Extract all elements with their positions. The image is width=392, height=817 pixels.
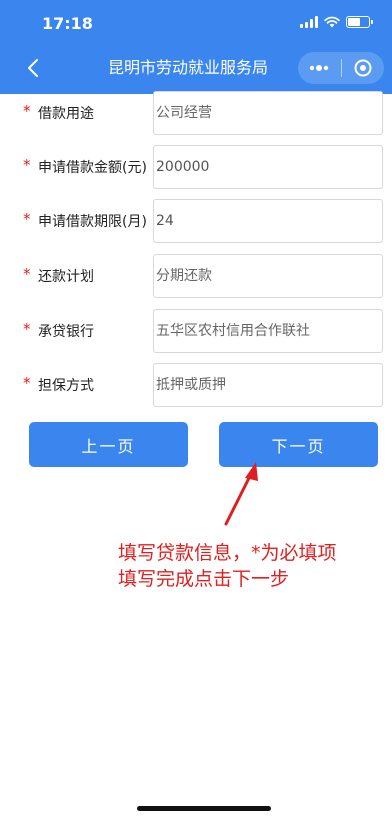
prev-page-button[interactable]: 上一页 <box>29 422 188 467</box>
required-mark: * <box>23 374 31 392</box>
loan-purpose-input[interactable] <box>153 91 383 135</box>
battery-icon <box>346 16 373 28</box>
loan-amount-label: 申请借款金额(元) <box>38 160 147 176</box>
lending-bank-input[interactable] <box>153 309 383 353</box>
required-mark: * <box>23 210 31 228</box>
guarantee-method-label: 担保方式 <box>38 378 94 394</box>
repayment-plan-input[interactable] <box>153 254 383 298</box>
top-bar: 17:18 昆明市劳动就业服务局 <box>0 0 392 94</box>
signal-icon <box>300 16 318 28</box>
miniprogram-capsule <box>298 52 384 84</box>
more-dots-icon <box>310 65 329 71</box>
form-row-loan-purpose: * 借款用途 <box>0 91 392 135</box>
required-mark: * <box>23 102 31 120</box>
page-title: 昆明市劳动就业服务局 <box>108 58 269 77</box>
loan-term-label: 申请借款期限(月) <box>38 214 147 230</box>
next-page-button[interactable]: 下一页 <box>219 422 378 467</box>
status-icons <box>300 16 373 28</box>
annotation-line-2: 填写完成点击下一步 <box>118 568 290 590</box>
form-row-repayment-plan: * 还款计划 <box>0 254 392 298</box>
home-indicator <box>137 806 271 811</box>
guarantee-method-input[interactable] <box>153 363 383 407</box>
more-button[interactable] <box>298 52 341 84</box>
wifi-icon <box>324 16 340 28</box>
loan-term-input[interactable] <box>153 199 383 243</box>
close-miniprogram-button[interactable] <box>341 52 384 84</box>
annotation-line-1: 填写贷款信息，*为必填项 <box>118 542 337 564</box>
form-row-loan-amount: * 申请借款金额(元) <box>0 145 392 189</box>
repayment-plan-label: 还款计划 <box>38 269 94 285</box>
lending-bank-label: 承贷银行 <box>38 324 94 340</box>
required-mark: * <box>23 320 31 338</box>
required-mark: * <box>23 156 31 174</box>
back-button[interactable] <box>22 56 46 80</box>
form-row-guarantee-method: * 担保方式 <box>0 363 392 407</box>
instruction-annotation: 填写贷款信息，*为必填项 填写完成点击下一步 <box>118 540 337 592</box>
loan-purpose-label: 借款用途 <box>38 106 94 122</box>
form-row-loan-term: * 申请借款期限(月) <box>0 199 392 243</box>
loan-amount-input[interactable] <box>153 145 383 189</box>
form-row-lending-bank: * 承贷银行 <box>0 309 392 353</box>
target-close-icon <box>354 59 372 77</box>
required-mark: * <box>23 265 31 283</box>
status-time: 17:18 <box>42 14 93 33</box>
